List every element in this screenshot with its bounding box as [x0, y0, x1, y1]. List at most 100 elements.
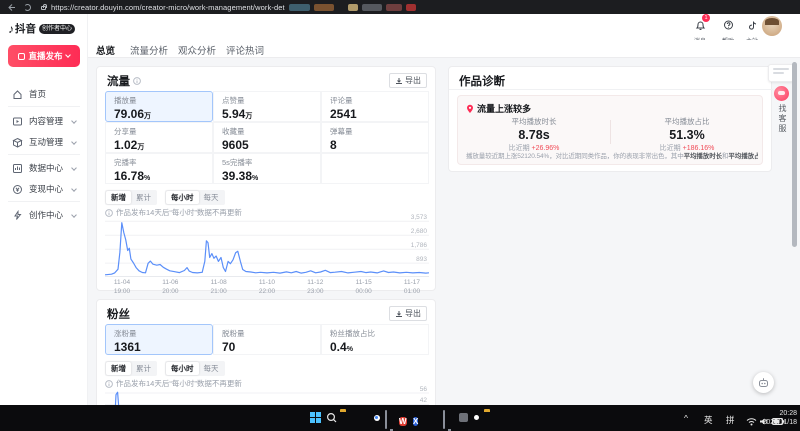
assistant-mascot-icon[interactable] [774, 86, 789, 101]
fans-toggles: 新增累计 每小时每天 [105, 361, 225, 376]
app-icon-small[interactable] [457, 411, 470, 424]
chevron-down-icon [65, 52, 71, 58]
wps-icon[interactable]: W [399, 411, 412, 424]
tab-traffic-analysis[interactable]: 流量分析 [130, 43, 168, 57]
bookmark-chip[interactable] [406, 4, 416, 11]
interaction-icon [12, 137, 23, 148]
tray-expand-caret[interactable]: ^ [684, 413, 688, 423]
publish-icon [18, 53, 25, 60]
metric-tile-danmaku[interactable]: 弹幕量8 [321, 122, 429, 153]
assistant-button[interactable] [753, 372, 774, 393]
chart-note: 作品发布14天后“每小时”数据不再更新 [105, 207, 242, 218]
y-axis-label: 893 [416, 256, 427, 263]
metric-tile-plays[interactable]: 播放量79.06万 [105, 91, 213, 122]
folder-icon[interactable] [484, 411, 497, 424]
assistant-tooltip [768, 64, 794, 82]
metric-tile-fan-play-ratio[interactable]: 粉丝播放占比0.4% [321, 324, 429, 355]
toggle-daily[interactable]: 每天 [199, 191, 224, 204]
refresh-icon[interactable] [24, 4, 31, 11]
diagnosis-tag: 流量上涨较多 [477, 102, 531, 115]
info-icon[interactable] [133, 77, 141, 85]
app-icon-x[interactable]: X [413, 411, 426, 424]
y-axis-label: 3,573 [411, 214, 427, 221]
tab-audience-analysis[interactable]: 观众分析 [178, 43, 216, 57]
metric-tile-likes[interactable]: 点赞量5.94万 [213, 91, 321, 122]
chevron-down-icon [71, 165, 77, 171]
metric-tile-comments[interactable]: 评论量2541 [321, 91, 429, 122]
metric-tile-5s-completion-rate[interactable]: 5s完播率39.38% [213, 153, 321, 184]
file-explorer-icon[interactable] [340, 411, 353, 424]
start-button[interactable] [310, 411, 323, 424]
douyin-logo[interactable]: ♪ 抖音 创作者中心 [8, 21, 75, 36]
back-icon[interactable] [7, 3, 16, 12]
metric-tile-shares[interactable]: 分享量1.02万 [105, 122, 213, 153]
sidebar-item-home[interactable]: 首页 [0, 86, 88, 102]
chevron-down-icon [71, 186, 77, 192]
bookmark-chip[interactable] [289, 4, 310, 11]
ime-pinyin-indicator[interactable]: 拼 [726, 414, 735, 426]
toggle-daily[interactable]: 每天 [199, 362, 224, 375]
avatar[interactable] [762, 16, 782, 36]
taskbar-clock[interactable]: 20:282025/11/18 [762, 409, 797, 427]
y-axis-label: 1,786 [411, 242, 427, 249]
edge-icon[interactable] [355, 411, 368, 424]
assistant-vertical-label[interactable]: 找客服 [777, 104, 788, 134]
info-icon [105, 209, 113, 217]
sidebar-item-monetize-center[interactable]: 变现中心 [0, 181, 88, 197]
diagnosis-title: 作品诊断 [459, 73, 505, 89]
export-button[interactable]: 导出 [389, 306, 427, 321]
screen: https://creator.douyin.com/creator-micro… [0, 0, 800, 431]
notification-badge: 1 [702, 14, 710, 22]
tabs-row: 总览 流量分析 观众分析 评论热词 [88, 40, 800, 58]
music-note-icon: ♪ [8, 22, 14, 36]
metric-tile-followers-gained[interactable]: 涨粉量1361 [105, 324, 213, 355]
bookmark-chip[interactable] [314, 4, 334, 11]
app-icon-dark-monitor[interactable] [443, 411, 456, 424]
export-button[interactable]: 导出 [389, 73, 427, 88]
metric-tile-completion-rate[interactable]: 完播率16.78% [105, 153, 213, 184]
chrome-icon[interactable] [370, 411, 383, 424]
metric-tile-followers-lost[interactable]: 脱粉量70 [213, 324, 321, 355]
brand-name: 抖音 [15, 21, 36, 36]
bookmark-chip[interactable] [362, 4, 382, 11]
traffic-card-title: 流量 [107, 73, 130, 89]
sidebar-item-interaction[interactable]: 互动管理 [0, 134, 88, 150]
bookmark-chip[interactable] [348, 4, 358, 11]
tab-overview[interactable]: 总览 [96, 43, 115, 57]
search-button[interactable] [325, 411, 338, 424]
app-icon-red[interactable] [470, 411, 483, 424]
toggle-cumulative[interactable]: 累计 [131, 191, 156, 204]
sidebar-item-content[interactable]: 内容管理 [0, 113, 88, 129]
content-icon [12, 116, 23, 127]
diagnosis-metric-duration: 平均播放时长 8.78s 比近期 +26.96% [458, 116, 610, 153]
divider [449, 89, 773, 90]
divider [8, 106, 80, 107]
chevron-down-icon [71, 118, 77, 124]
app-icon-monitor[interactable] [385, 411, 398, 424]
toggle-new[interactable]: 新增 [106, 191, 131, 204]
toggle-hourly[interactable]: 每小时 [166, 362, 199, 375]
fans-metrics-grid: 涨粉量1361 脱粉量70 粉丝播放占比0.4% [105, 324, 429, 355]
traffic-card: 流量 导出 播放量79.06万 点赞量5.94万 评论量2541 分享量1.02… [96, 66, 436, 291]
metric-tile-favorites[interactable]: 收藏量9605 [213, 122, 321, 153]
fans-card-title: 粉丝 [107, 306, 130, 322]
tab-comment-words[interactable]: 评论热词 [226, 43, 264, 57]
toggle-hourly[interactable]: 每小时 [166, 191, 199, 204]
help-icon [723, 20, 734, 30]
traffic-toggles: 新增累计 每小时每天 [105, 190, 225, 205]
url-text[interactable]: https://creator.douyin.com/creator-micro… [51, 3, 285, 12]
traffic-line-chart [105, 219, 429, 277]
sidebar-item-data-center[interactable]: 数据中心 [0, 160, 88, 176]
chevron-down-icon [71, 212, 77, 218]
app-icon-purple[interactable] [428, 411, 441, 424]
creation-icon [12, 210, 23, 221]
toggle-cumulative[interactable]: 累计 [131, 362, 156, 375]
toggle-new[interactable]: 新增 [106, 362, 131, 375]
bookmark-chip[interactable] [386, 4, 402, 11]
scrollbar-thumb[interactable] [792, 62, 797, 247]
publish-button[interactable]: 直播发布 [8, 45, 80, 67]
wifi-icon[interactable] [746, 413, 759, 426]
sidebar-item-creation-center[interactable]: 创作中心 [0, 207, 88, 223]
ime-english-indicator[interactable]: 英 [704, 414, 713, 426]
diagnosis-metric-ratio: 平均播放占比 51.3% 比近期 +186.16% [611, 116, 763, 153]
